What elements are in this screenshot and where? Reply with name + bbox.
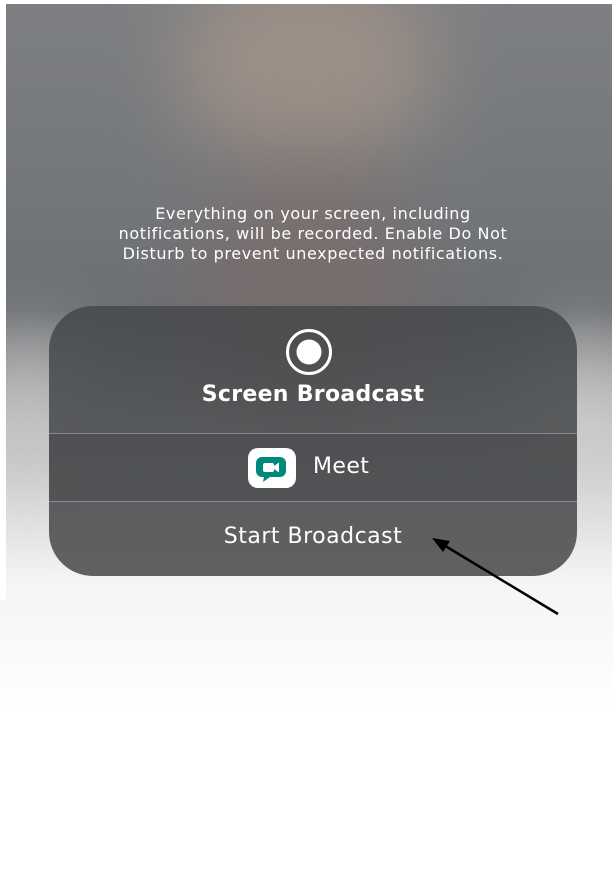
info-line-2: notifications, will be recorded. Enable … bbox=[118, 224, 508, 243]
recording-info-text: Everything on your screen, including not… bbox=[60, 204, 566, 264]
sheet-title: Screen Broadcast bbox=[201, 382, 425, 407]
sheet-header: Screen Broadcast bbox=[49, 306, 577, 434]
google-meet-icon bbox=[248, 448, 296, 488]
info-line-1: Everything on your screen, including bbox=[155, 204, 471, 223]
app-name: Meet bbox=[313, 454, 370, 479]
record-icon bbox=[286, 329, 332, 375]
arrow-annotation bbox=[432, 538, 559, 616]
bottom-fade bbox=[0, 600, 613, 881]
screen: Everything on your screen, including not… bbox=[0, 0, 613, 881]
app-option-meet[interactable]: Meet bbox=[49, 434, 577, 501]
info-line-3: Disturb to prevent unexpected notificati… bbox=[122, 244, 504, 263]
